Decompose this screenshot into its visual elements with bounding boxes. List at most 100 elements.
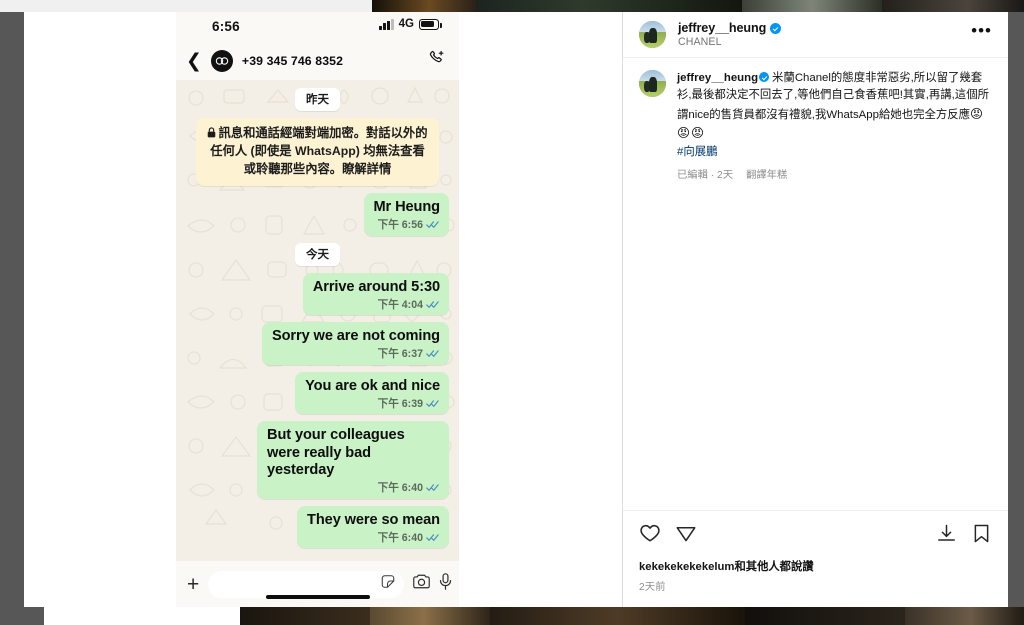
outgoing-message-bubble[interactable]: They were so mean 下午 6:40 [297,505,449,549]
message-input-wrap [208,570,405,598]
caption-body: jeffrey__heung 米蘭Chanel的態度非常惡劣,所以留了幾套衫,最後… [677,70,992,181]
whatsapp-composer: + [176,561,459,607]
contact-phone-number: +39 345 746 8352 [241,54,344,68]
verified-badge-icon [759,72,770,82]
message-meta: 下午 6:56 [374,218,441,232]
message-row: Arrive around 5:30 下午 4:04 [186,272,449,316]
phone-status-bar: 6:56 4G [176,12,459,42]
message-text: They were so mean [307,511,440,528]
strip-tile [0,0,372,12]
outgoing-message-bubble[interactable]: Sorry we are not coming 下午 6:37 [261,322,449,365]
bookmark-icon[interactable] [971,523,992,549]
caption-area: jeffrey__heung 米蘭Chanel的態度非常惡劣,所以留了幾套衫,最後… [623,58,1008,510]
message-time: 下午 6:56 [377,219,423,232]
message-time: 下午 6:39 [377,397,423,410]
status-indicators: 4G [379,18,442,30]
back-chevron-icon[interactable]: ❮ [186,52,202,71]
attach-plus-icon[interactable]: + [187,574,199,595]
message-meta: 下午 4:04 [313,297,440,311]
whatsapp-screenshot: 6:56 4G ❮ +39 345 746 8352 昨天 訊息和通話經端對端加… [176,12,459,607]
message-text: Arrive around 5:30 [312,278,440,295]
caption-row: jeffrey__heung 米蘭Chanel的態度非常惡劣,所以留了幾套衫,最後… [639,70,992,181]
verified-badge-icon [770,22,782,34]
strip-tile [882,0,1024,12]
author-username-row[interactable]: jeffrey__heung [678,21,959,35]
likes-summary[interactable]: kekekekekekelum和其他人都說讚 [639,558,992,574]
edited-timestamp: 已編輯 · 2天 [677,170,734,182]
caption-username[interactable]: jeffrey__heung [677,72,758,84]
author-username[interactable]: jeffrey__heung [678,21,766,35]
bottom-media-strip [0,607,1024,625]
sticker-icon[interactable] [381,575,395,594]
encryption-notice-text: 訊息和通話經端對端加密。對話以外的任何人 (即使是 WhatsApp) 均無法查… [210,126,428,176]
caption-hashtag[interactable]: #向展鵬 [677,143,992,159]
message-meta: 下午 6:40 [307,530,440,544]
post-location-label[interactable]: CHANEL [678,36,959,48]
status-time: 6:56 [212,19,240,34]
outgoing-message-bubble[interactable]: Mr Heung 下午 6:56 [363,193,449,236]
strip-tile [0,607,44,625]
message-input[interactable] [208,570,405,598]
message-row: You are ok and nice 下午 6:39 [186,371,449,415]
message-text: Sorry we are not coming [271,328,440,345]
post-action-bar [623,510,1008,549]
double-check-icon [426,301,439,308]
post-footer: kekekekekekelum和其他人都說讚 2天前 [623,549,1008,607]
profile-avatar[interactable] [639,21,666,48]
double-check-icon [426,400,439,407]
camera-icon[interactable] [413,574,431,594]
primary-actions [639,522,697,549]
message-text: Mr Heung [373,199,441,216]
top-media-strip [0,0,1024,12]
message-time: 下午 6:40 [377,482,423,495]
post-media-pane[interactable]: 6:56 4G ❮ +39 345 746 8352 昨天 訊息和通話經端對端加… [24,12,622,607]
message-time: 下午 4:04 [377,298,423,311]
message-row: Mr Heung 下午 6:56 [186,193,449,236]
chanel-logo-avatar[interactable] [210,50,233,72]
double-check-icon [426,350,439,358]
encryption-notice[interactable]: 訊息和通話經端對端加密。對話以外的任何人 (即使是 WhatsApp) 均無法查… [196,118,439,187]
strip-tile [370,607,490,625]
caption-meta: 已編輯 · 2天 翻譯年糕 [677,166,992,181]
signal-bars-icon [379,18,394,30]
message-time: 下午 6:40 [377,531,423,544]
double-check-icon [426,484,439,492]
download-icon[interactable] [936,523,957,549]
lock-icon [207,126,216,143]
message-text: But your colleagues were really bad yest… [267,427,405,479]
more-options-icon[interactable]: ••• [971,22,992,42]
add-call-icon[interactable] [428,50,445,72]
outgoing-message-bubble[interactable]: You are ok and nice 下午 6:39 [295,371,449,415]
strip-tile [476,0,742,12]
author-info: jeffrey__heung CHANEL [678,21,959,48]
day-separator: 昨天 [295,88,340,111]
translate-link[interactable]: 翻譯年糕 [746,166,787,181]
whatsapp-message-list[interactable]: 昨天 訊息和通話經端對端加密。對話以外的任何人 (即使是 WhatsApp) 均… [176,80,459,561]
strip-tile [742,0,882,12]
microphone-icon[interactable] [439,573,452,595]
day-separator: 今天 [295,242,340,266]
share-paper-plane-icon[interactable] [675,522,697,549]
network-type-label: 4G [398,18,414,30]
home-indicator [265,595,370,599]
instagram-sidebar: jeffrey__heung CHANEL ••• jeffrey__heung… [622,12,1008,607]
message-meta: 下午 6:37 [272,347,440,361]
strip-tile [745,607,905,625]
message-meta: 下午 6:40 [267,481,440,495]
secondary-actions [936,523,992,549]
heart-icon[interactable] [639,522,661,549]
profile-avatar[interactable] [639,70,666,97]
message-meta: 下午 6:39 [305,396,440,410]
strip-tile [240,607,370,625]
outgoing-message-bubble[interactable]: Arrive around 5:30 下午 4:04 [302,272,449,316]
screen-root: 6:56 4G ❮ +39 345 746 8352 昨天 訊息和通話經端對端加… [0,0,1024,625]
strip-tile [44,607,240,625]
message-time: 下午 6:37 [377,348,423,361]
caption-text-block: jeffrey__heung 米蘭Chanel的態度非常惡劣,所以留了幾套衫,最後… [677,70,992,143]
strip-tile [372,0,476,12]
message-text: You are ok and nice [305,377,440,394]
message-row: Sorry we are not coming 下午 6:37 [186,322,449,365]
message-row: They were so mean 下午 6:40 [186,505,449,549]
outgoing-message-bubble[interactable]: But your colleagues were really bad yest… [257,421,449,499]
post-author-header: jeffrey__heung CHANEL ••• [623,12,1008,58]
